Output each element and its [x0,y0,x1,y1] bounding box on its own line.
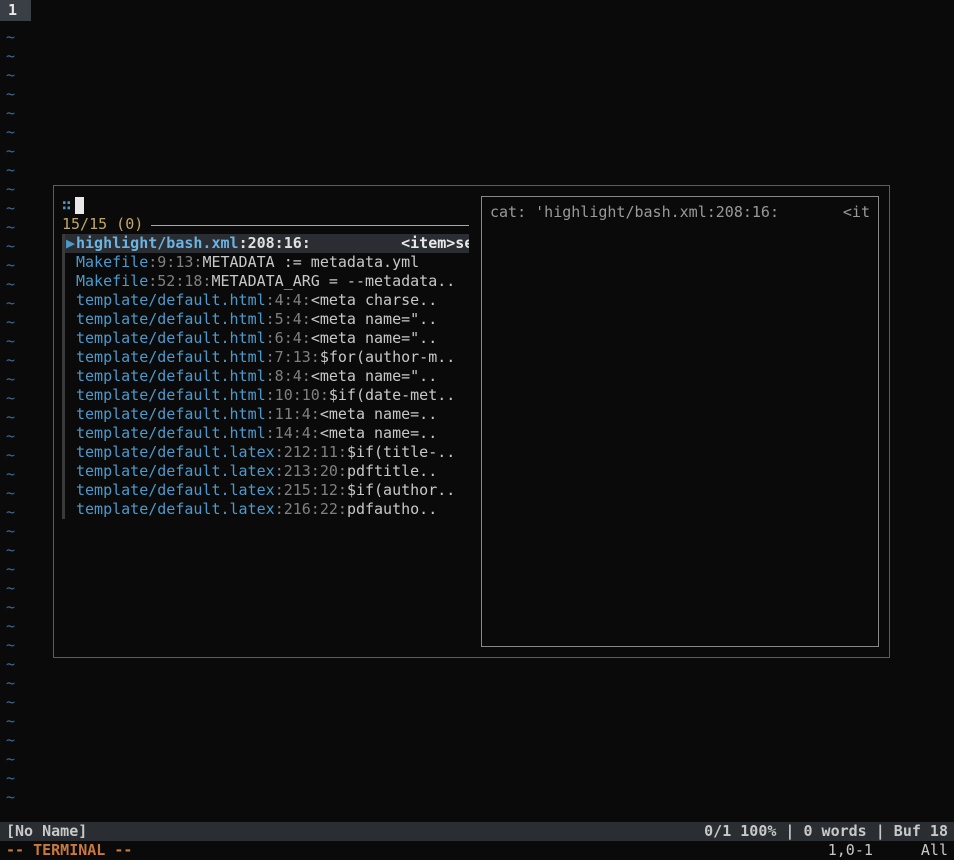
result-snippet: <meta charse.. [311,291,437,310]
list-item[interactable]: ▶template/default.html:4:4: <meta charse… [62,291,469,310]
result-file: template/default.html [76,424,266,443]
mode-line: -- TERMINAL -- 1,0-1 All [0,841,954,860]
result-file: template/default.latex [76,481,275,500]
list-item[interactable]: ▶template/default.html:8:4: <meta name="… [62,367,469,386]
result-file: template/default.html [76,310,266,329]
list-item[interactable]: ▶template/default.latex:213:20: pdftitle… [62,462,469,481]
result-snippet: $if(author.. [347,481,455,500]
result-file: template/default.html [76,348,266,367]
fzf-prompt[interactable]: ∷ [62,196,469,215]
list-item[interactable]: ▶highlight/bash.xml:208:16: <item>se.. [62,234,469,253]
list-item[interactable]: ▶template/default.html:14:4: <meta name=… [62,424,469,443]
result-file: template/default.latex [76,500,275,519]
result-snippet: $if(title-.. [347,443,455,462]
fzf-preview-pane: cat: 'highlight/bash.xml:208:16: <it [481,196,879,647]
list-item[interactable]: ▶template/default.html:6:4: <meta name="… [62,329,469,348]
status-filename: [No Name] [6,822,704,841]
result-snippet: METADATA_ARG = --metadata.. [211,272,455,291]
list-item[interactable]: ▶template/default.latex:215:12:$if(autho… [62,481,469,500]
result-file: highlight/bash.xml [76,234,239,253]
result-location: :8:4: [266,367,311,386]
list-item[interactable]: ▶Makefile:9:13:METADATA := metadata.yml [62,253,469,272]
result-location: :6:4: [266,329,311,348]
result-location: :212:11: [275,443,347,462]
list-item[interactable]: ▶Makefile:52:18:METADATA_ARG = --metadat… [62,272,469,291]
mode-indicator: -- TERMINAL -- [6,841,132,860]
result-snippet: <meta name=.. [320,405,437,424]
list-item[interactable]: ▶template/default.html:7:13:$for(author-… [62,348,469,367]
list-item[interactable]: ▶template/default.html:11:4: <meta name=… [62,405,469,424]
list-item[interactable]: ▶template/default.latex:216:22: pdfautho… [62,500,469,519]
fzf-popup: ∷ 15/15 (0) ▶highlight/bash.xml:208:16: … [53,185,890,658]
result-snippet: <meta name=".. [311,310,437,329]
cursor-position: 1,0-1 [828,841,873,860]
result-location: :216:22: [275,500,347,519]
result-location: :208:16: [239,234,311,253]
result-file: template/default.latex [76,443,275,462]
preview-text-left: cat: 'highlight/bash.xml:208:16: [490,203,779,222]
result-snippet: $for(author-m.. [320,348,455,367]
result-file: template/default.html [76,367,266,386]
result-file: template/default.html [76,386,266,405]
result-file: Makefile [76,272,148,291]
result-location: :14:4: [266,424,320,443]
result-file: template/default.html [76,329,266,348]
result-file: template/default.html [76,405,266,424]
fzf-results-list: ▶highlight/bash.xml:208:16: <item>se..▶M… [62,234,469,519]
result-snippet: METADATA := metadata.yml [202,253,419,272]
result-snippet: <meta name=.. [320,424,437,443]
fzf-count: 15/15 (0) [62,215,469,234]
result-snippet: <meta name=".. [311,367,437,386]
scroll-position: All [921,841,948,860]
list-item[interactable]: ▶template/default.html:5:4: <meta name="… [62,310,469,329]
result-location: :11:4: [266,405,320,424]
cursor [75,197,84,214]
pointer-icon: ▶ [65,234,76,253]
result-snippet: pdftitle.. [347,462,437,481]
list-item[interactable]: ▶template/default.latex:212:11:$if(title… [62,443,469,462]
result-location: :4:4: [266,291,311,310]
result-location: :9:13: [148,253,202,272]
preview-text-right: <it [843,203,870,222]
result-snippet: <item>se.. [401,234,469,253]
tab-1[interactable]: 1 [0,0,31,21]
result-snippet: pdfautho.. [347,500,437,519]
result-file: template/default.html [76,291,266,310]
fzf-count-separator [151,225,469,226]
result-file: Makefile [76,253,148,272]
prompt-marker-icon: ∷ [62,196,69,215]
fzf-count-text: 15/15 (0) [62,215,143,234]
tab-bar: 1 [0,0,954,21]
empty-line-tildes: ~~~~~~~~~~~~~~~~~~~~~~~~~~~~~~~~~~~~~~~~… [6,28,15,807]
result-file: template/default.latex [76,462,275,481]
result-location: :52:18: [148,272,211,291]
result-location: :10:10: [266,386,329,405]
result-location: :213:20: [275,462,347,481]
list-item[interactable]: ▶template/default.html:10:10:$if(date-me… [62,386,469,405]
result-snippet: $if(date-met.. [329,386,455,405]
result-snippet: <meta name=".. [311,329,437,348]
result-location: :215:12: [275,481,347,500]
result-location: :5:4: [266,310,311,329]
result-location: :7:13: [266,348,320,367]
status-info: 0/1 100% | 0 words | Buf 18 [704,822,948,841]
status-bar: [No Name] 0/1 100% | 0 words | Buf 18 [0,822,954,841]
